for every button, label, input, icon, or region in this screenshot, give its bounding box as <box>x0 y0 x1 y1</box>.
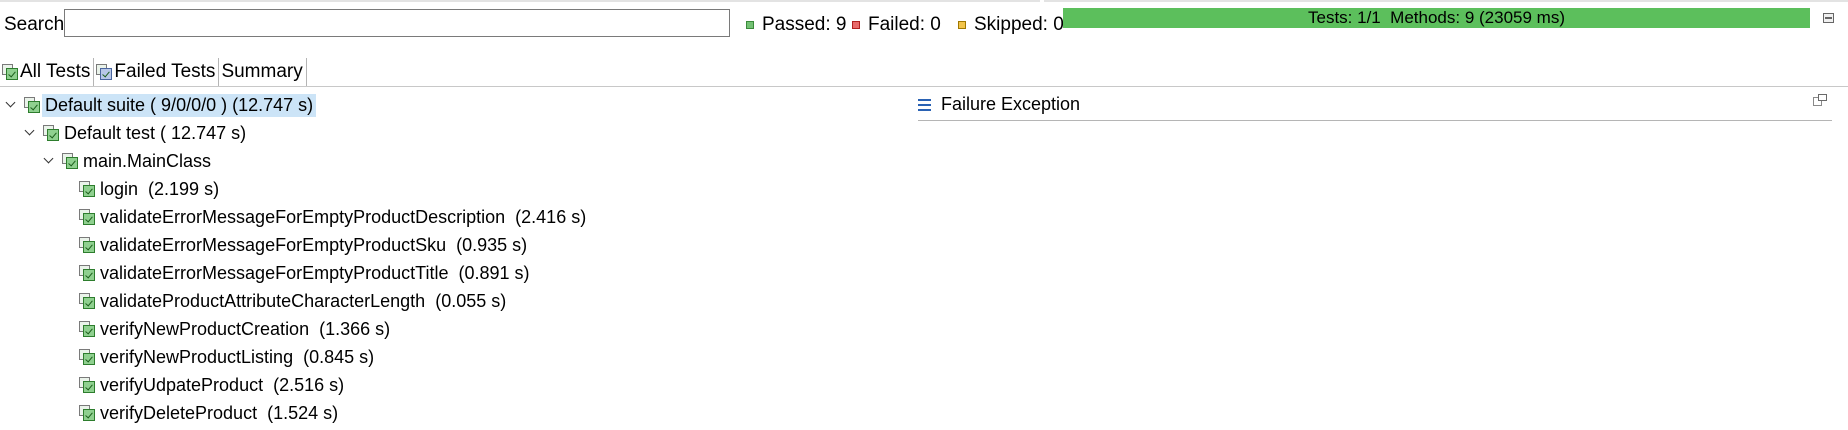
test-tree-icon <box>2 64 18 80</box>
method-pass-icon <box>79 321 95 337</box>
method-pass-icon <box>79 265 95 281</box>
tab-summary[interactable]: Summary <box>219 58 307 86</box>
passed-counter: Passed: 9 <box>746 14 847 36</box>
test-pass-icon <box>43 125 59 141</box>
method-label: verifyUdpateProduct (2.516 s) <box>100 374 345 395</box>
tab-summary-label: Summary <box>221 61 303 82</box>
tab-failed-tests-label: Failed Tests <box>114 61 216 82</box>
test-label: Default test ( 12.747 s) <box>64 122 247 143</box>
method-label: validateErrorMessageForEmptyProductTitle… <box>100 262 530 283</box>
method-pass-icon <box>79 209 95 225</box>
tree-node-method[interactable]: validateErrorMessageForEmptyProductTitle… <box>79 260 533 286</box>
method-pass-icon <box>79 405 95 421</box>
progress-text: Tests: 1/1 Methods: 9 (23059 ms) <box>1307 8 1565 27</box>
passed-icon <box>746 21 754 29</box>
tree-node-method[interactable]: validateErrorMessageForEmptyProductSku (… <box>79 232 530 258</box>
results-tabs: All Tests Failed Tests Summary <box>0 58 307 86</box>
tab-all-tests[interactable]: All Tests <box>0 58 95 86</box>
search-input[interactable] <box>64 9 730 37</box>
chevron-down-icon[interactable] <box>42 154 56 168</box>
tab-failed-tests[interactable]: Failed Tests <box>94 58 220 86</box>
method-label: verifyDeleteProduct (1.524 s) <box>100 402 339 423</box>
method-label: verifyNewProductListing (0.845 s) <box>100 346 375 367</box>
method-pass-icon <box>79 181 95 197</box>
stack-trace-icon <box>918 98 931 111</box>
skipped-label: Skipped: 0 <box>974 14 1064 35</box>
tree-node-test[interactable]: Default test ( 12.747 s) <box>23 120 249 146</box>
method-pass-icon <box>79 237 95 253</box>
class-label: main.MainClass <box>83 150 212 171</box>
search-label: Search: <box>4 14 70 35</box>
failed-label: Failed: 0 <box>868 14 941 35</box>
tree-node-method[interactable]: verifyUdpateProduct (2.516 s) <box>79 372 347 398</box>
suite-pass-icon <box>24 97 40 113</box>
failed-counter: Failed: 0 <box>852 14 941 36</box>
failure-exception-title: Failure Exception <box>941 94 1081 114</box>
failed-icon <box>852 21 860 29</box>
tree-node-method[interactable]: verifyNewProductCreation (1.366 s) <box>79 316 393 342</box>
tree-node-method[interactable]: verifyDeleteProduct (1.524 s) <box>79 400 341 426</box>
failure-pane-divider <box>918 120 1832 121</box>
view-top-border-right <box>1044 0 1848 2</box>
tabs-divider <box>0 86 1848 87</box>
tree-node-method[interactable]: validateErrorMessageForEmptyProductDescr… <box>79 204 589 230</box>
method-label: validateErrorMessageForEmptyProductSku (… <box>100 234 528 255</box>
method-pass-icon <box>79 377 95 393</box>
failure-exception-header: Failure Exception <box>918 94 1080 115</box>
method-pass-icon <box>79 349 95 365</box>
method-pass-icon <box>79 293 95 309</box>
tree-node-method[interactable]: login (2.199 s) <box>79 176 222 202</box>
chevron-down-icon[interactable] <box>4 98 18 112</box>
passed-label: Passed: 9 <box>762 14 847 35</box>
view-top-border <box>0 0 1040 2</box>
tree-node-method[interactable]: verifyNewProductListing (0.845 s) <box>79 344 377 370</box>
progress-bar: Tests: 1/1 Methods: 9 (23059 ms) <box>1063 8 1810 28</box>
tree-node-class[interactable]: main.MainClass <box>42 148 214 174</box>
method-label: validateErrorMessageForEmptyProductDescr… <box>100 206 587 227</box>
method-label: validateProductAttributeCharacterLength … <box>100 290 507 311</box>
filter-stack-icon[interactable] <box>1813 94 1827 108</box>
skipped-icon <box>958 21 966 29</box>
class-pass-icon <box>62 153 78 169</box>
view-menu-icon[interactable] <box>1823 13 1834 23</box>
suite-label: Default suite ( 9/0/0/0 ) (12.747 s) <box>42 93 317 117</box>
chevron-down-icon[interactable] <box>23 126 37 140</box>
tree-node-method[interactable]: validateProductAttributeCharacterLength … <box>79 288 509 314</box>
method-label: verifyNewProductCreation (1.366 s) <box>100 318 391 339</box>
skipped-counter: Skipped: 0 <box>958 14 1064 36</box>
method-label: login (2.199 s) <box>100 178 220 199</box>
tree-node-suite[interactable]: Default suite ( 9/0/0/0 ) (12.747 s) <box>4 92 317 118</box>
tab-all-tests-label: All Tests <box>20 61 91 82</box>
failed-tree-icon <box>96 64 113 80</box>
